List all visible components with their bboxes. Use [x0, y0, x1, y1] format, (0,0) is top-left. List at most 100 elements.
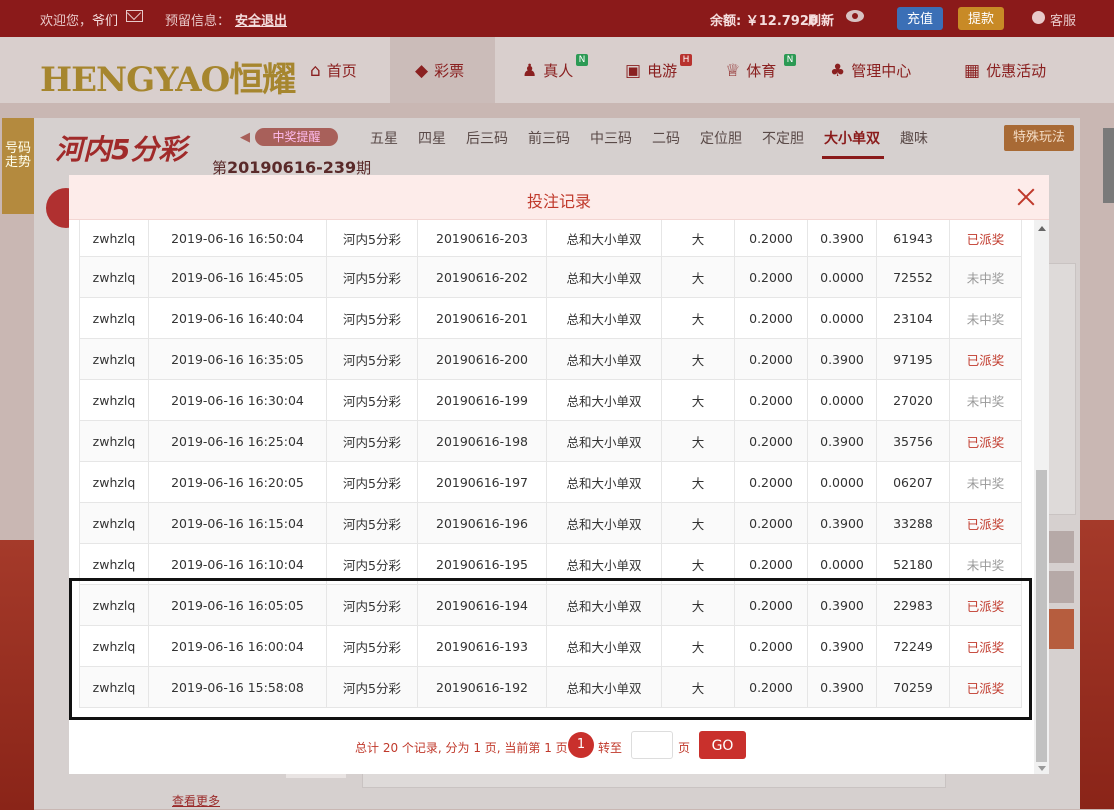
scrollbar-thumb[interactable]: [1036, 470, 1047, 762]
tab-any-position[interactable]: 不定胆: [762, 128, 804, 148]
cell-username: zwhzlq: [79, 220, 149, 257]
cell-bet-content: 大: [661, 220, 735, 257]
cell-bet-time: 2019-06-16 16:20:05: [148, 461, 327, 503]
go-button[interactable]: GO: [699, 731, 746, 759]
cell-play-type: 总和大小单双: [546, 543, 662, 585]
cell-username: zwhzlq: [79, 420, 149, 462]
site-logo[interactable]: HENGYAO恒耀: [40, 52, 296, 101]
nav-item-sports[interactable]: ♕ 体育: [725, 60, 776, 81]
logout-link[interactable]: 安全退出: [235, 10, 287, 29]
cell-prize: 0.3900: [807, 220, 877, 257]
cell-bet-time: 2019-06-16 16:40:04: [148, 297, 327, 339]
cell-username: zwhzlq: [79, 256, 149, 298]
cell-lottery: 河内5分彩: [326, 256, 418, 298]
modal-title: 投注记录: [526, 192, 591, 211]
refresh-link[interactable]: 刷新: [808, 10, 834, 29]
cell-status: 已派奖: [949, 220, 1022, 257]
cell-draw-number: 06207: [876, 461, 950, 503]
tab-position[interactable]: 定位胆: [700, 128, 742, 148]
cell-prize: 0.3900: [807, 420, 877, 462]
cell-prize: 0.0000: [807, 379, 877, 421]
mail-icon[interactable]: [126, 10, 143, 22]
nav-item-home[interactable]: ⌂ 首页: [310, 60, 357, 81]
recharge-button[interactable]: 充值: [897, 7, 944, 30]
tab-four-star[interactable]: 四星: [418, 128, 446, 148]
page-1-button[interactable]: 1: [568, 732, 594, 758]
records-table-container[interactable]: zwhzlq 2019-06-16 16:50:04 河内5分彩 20190616-2…: [79, 220, 1034, 709]
cell-username: zwhzlq: [79, 379, 149, 421]
cell-bet-time: 2019-06-16 16:15:04: [148, 502, 327, 544]
close-icon[interactable]: [1017, 188, 1035, 206]
cell-prize: 0.0000: [807, 543, 877, 585]
number-trend-tab[interactable]: 号码走势: [2, 118, 34, 214]
cell-bet-content: 大: [661, 338, 735, 380]
reserved-info-label: 预留信息：: [165, 14, 231, 29]
eye-icon[interactable]: [846, 10, 864, 22]
speaker-icon[interactable]: ◀: [240, 130, 250, 145]
cell-amount: 0.2000: [734, 584, 808, 626]
cell-username: zwhzlq: [79, 666, 149, 708]
table-row: zwhzlq 2019-06-16 16:05:05 河内5分彩 20190616-1…: [79, 584, 1022, 626]
table-row: zwhzlq 2019-06-16 16:25:04 河内5分彩 20190616-1…: [79, 420, 1022, 462]
cell-play-type: 总和大小单双: [546, 584, 662, 626]
cell-status: 未中奖: [949, 256, 1022, 298]
view-more-link[interactable]: 查看更多: [172, 792, 220, 809]
nav-item-management[interactable]: ♣ 管理中心: [830, 60, 911, 81]
cell-play-type: 总和大小单双: [546, 420, 662, 462]
nav-item-promotions[interactable]: ▦ 优惠活动: [964, 60, 1046, 81]
withdraw-button[interactable]: 提款: [958, 7, 1005, 30]
modal-scrollbar[interactable]: [1034, 220, 1049, 774]
cell-amount: 0.2000: [734, 625, 808, 667]
table-row: zwhzlq 2019-06-16 16:35:05 河内5分彩 20190616-2…: [79, 338, 1022, 380]
cell-bet-time: 2019-06-16 16:10:04: [148, 543, 327, 585]
tab-last-three[interactable]: 后三码: [466, 128, 508, 148]
scroll-up-icon[interactable]: [1038, 226, 1046, 231]
cell-status: 已派奖: [949, 420, 1022, 462]
cell-lottery: 河内5分彩: [326, 420, 418, 462]
tab-fun[interactable]: 趣味: [900, 128, 928, 148]
cell-amount: 0.2000: [734, 543, 808, 585]
cell-prize: 0.3900: [807, 502, 877, 544]
tab-first-three[interactable]: 前三码: [528, 128, 570, 148]
cell-issue: 20190616-193: [417, 625, 547, 667]
tab-big-small-odd-even[interactable]: 大小单双: [824, 128, 880, 148]
balance-text: 余额: ￥12.7920: [710, 14, 818, 29]
special-play-button[interactable]: 特殊玩法: [1004, 125, 1074, 151]
cell-lottery: 河内5分彩: [326, 338, 418, 380]
cell-play-type: 总和大小单双: [546, 502, 662, 544]
records-body: zwhzlq 2019-06-16 16:50:04 河内5分彩 20190616-2…: [79, 220, 1022, 708]
home-icon: ⌂: [310, 61, 321, 81]
cell-lottery: 河内5分彩: [326, 502, 418, 544]
cell-bet-time: 2019-06-16 16:45:05: [148, 256, 327, 298]
tab-middle-three[interactable]: 中三码: [590, 128, 632, 148]
tab-five-star[interactable]: 五星: [370, 128, 398, 148]
customer-service-icon[interactable]: [1032, 11, 1045, 24]
right-floating-tab[interactable]: [1103, 128, 1114, 203]
new-badge: N: [576, 54, 588, 66]
cell-issue: 20190616-195: [417, 543, 547, 585]
win-reminder-toggle[interactable]: 中奖提醒: [255, 128, 338, 146]
hot-badge: H: [680, 54, 692, 66]
nav-item-live[interactable]: ♟ 真人: [522, 60, 573, 81]
nav-item-egames[interactable]: ▣ 电游: [625, 60, 677, 81]
cell-draw-number: 52180: [876, 543, 950, 585]
cell-play-type: 总和大小单双: [546, 256, 662, 298]
tab-two-digit[interactable]: 二码: [652, 128, 680, 148]
live-dealer-icon: ♟: [522, 61, 538, 81]
cell-prize: 0.3900: [807, 338, 877, 380]
goto-page-input[interactable]: [631, 731, 673, 759]
cell-draw-number: 27020: [876, 379, 950, 421]
cell-prize: 0.0000: [807, 256, 877, 298]
nav-item-lottery[interactable]: ◆ 彩票: [415, 60, 464, 81]
pagination-summary: 总计 20 个记录, 分为 1 页, 当前第 1 页: [355, 741, 568, 755]
bet-records-modal: 投注记录 zwhzlq 2019-06-16 16:50:04 河内5分彩 20190…: [69, 175, 1049, 774]
cell-status: 未中奖: [949, 461, 1022, 503]
scroll-down-icon[interactable]: [1038, 766, 1046, 771]
cell-draw-number: 61943: [876, 220, 950, 257]
customer-service-link[interactable]: 客服: [1050, 10, 1076, 29]
cell-username: zwhzlq: [79, 584, 149, 626]
cell-play-type: 总和大小单双: [546, 461, 662, 503]
table-row: zwhzlq 2019-06-16 16:50:04 河内5分彩 20190616-2…: [79, 220, 1022, 257]
new-badge: N: [784, 54, 796, 66]
cell-bet-content: 大: [661, 543, 735, 585]
